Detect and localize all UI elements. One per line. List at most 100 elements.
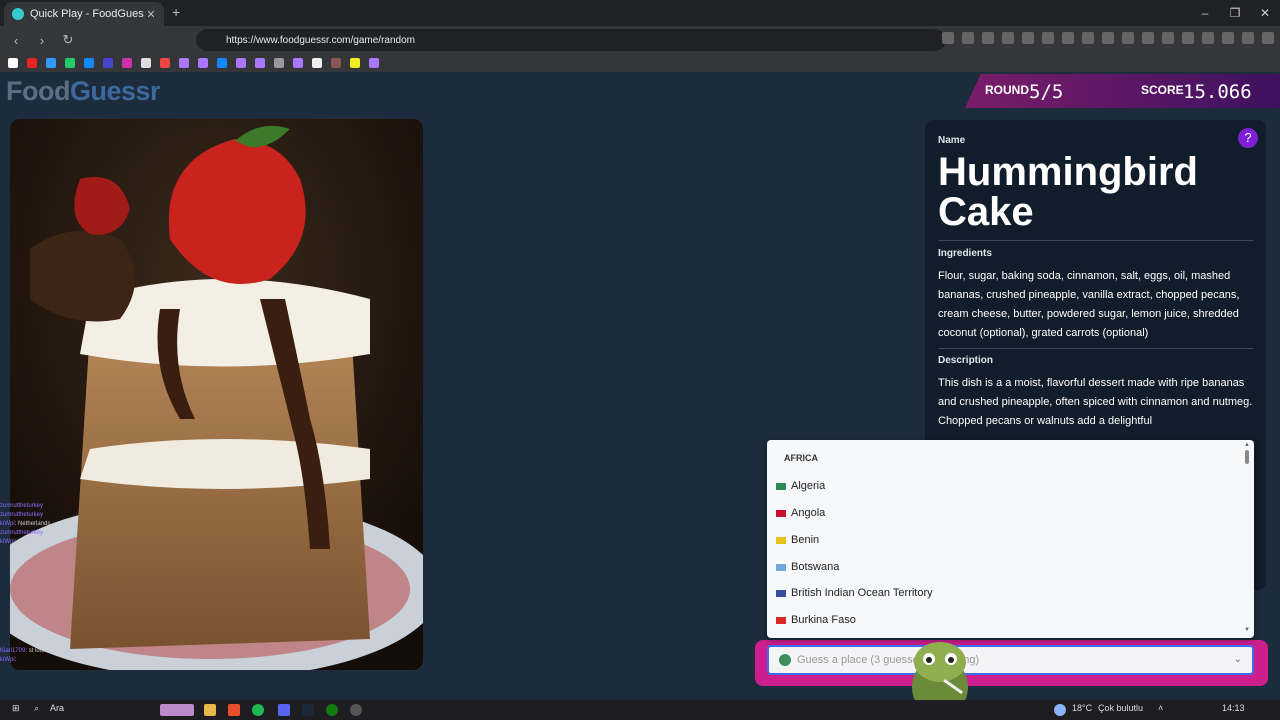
bookmark-icon[interactable]	[103, 58, 113, 68]
extension-icon[interactable]	[1022, 32, 1034, 44]
search-icon[interactable]: ⌕	[34, 703, 39, 714]
extension-icon[interactable]	[1222, 32, 1234, 44]
chat-line: Kiari1709: st louis	[0, 648, 48, 654]
divider	[938, 348, 1254, 349]
flag-icon	[776, 509, 786, 517]
logo-part-food: Food	[6, 76, 70, 106]
logo-part-guessr: Guessr	[69, 76, 161, 106]
taskbar-search[interactable]: Ara	[50, 703, 64, 713]
discord-icon[interactable]	[278, 704, 290, 716]
extension-icon[interactable]	[1142, 32, 1154, 44]
bookmark-icon[interactable]	[198, 58, 208, 68]
new-tab-button[interactable]: +	[172, 4, 180, 20]
bookmark-icon[interactable]	[312, 58, 322, 68]
flag-icon	[776, 616, 786, 624]
guess-input[interactable]: Guess a place (3 guesses remaining) ⌄	[767, 645, 1254, 675]
bookmark-youtube-icon[interactable]	[27, 58, 37, 68]
spotify-icon[interactable]	[252, 704, 264, 716]
chevron-down-icon[interactable]: ⌄	[1234, 654, 1242, 665]
round-value: 5/5	[1029, 81, 1064, 103]
widget-icon[interactable]	[160, 704, 194, 716]
country-dropdown[interactable]: ▲ ▼ AFRICA Algeria Angola Benin Botswana…	[767, 440, 1254, 638]
ingredients-text: Flour, sugar, baking soda, cinnamon, sal…	[938, 270, 1240, 339]
bookmark-icon[interactable]	[179, 58, 189, 68]
explorer-icon[interactable]	[204, 704, 216, 716]
scroll-up-icon[interactable]: ▲	[1244, 442, 1250, 448]
brave-icon[interactable]	[228, 704, 240, 716]
minimize-icon[interactable]: –	[1190, 0, 1220, 26]
score-label: SCORE	[1141, 83, 1184, 97]
extension-icon[interactable]	[1062, 32, 1074, 44]
bookmark-icon[interactable]	[369, 58, 379, 68]
bookmark-icon[interactable]	[46, 58, 56, 68]
globe-icon	[779, 654, 791, 666]
chat-line: kiWpi:	[0, 657, 17, 663]
app-icon[interactable]	[350, 704, 362, 716]
weather-icon	[1054, 704, 1066, 716]
extension-icon[interactable]	[982, 32, 994, 44]
extension-icon[interactable]	[1102, 32, 1114, 44]
extension-icon[interactable]	[1122, 32, 1134, 44]
site-logo[interactable]: FoodGuessr	[6, 76, 161, 107]
country-option[interactable]: British Indian Ocean Territory	[776, 583, 933, 603]
close-tab-icon[interactable]: ✕	[144, 8, 158, 21]
os-taskbar: ⊞ ⌕ Ara 18°C Çok bulutlu ˄ 14:13	[0, 700, 1280, 720]
country-option[interactable]: Burkina Faso	[776, 610, 856, 630]
dish-name: Hummingbird Cake	[938, 150, 1198, 234]
extension-icon[interactable]	[1182, 32, 1194, 44]
reload-icon[interactable]: ↻	[58, 32, 78, 48]
chat-line: zumruttheturkey	[0, 503, 44, 509]
extension-icon[interactable]	[942, 32, 954, 44]
bookmark-icon[interactable]	[217, 58, 227, 68]
address-bar[interactable]: https://www.foodguessr.com/game/random	[196, 29, 946, 51]
tab-bar: Quick Play - FoodGuessr | Food... ✕ + – …	[0, 0, 1280, 26]
bookmark-kick-icon[interactable]	[65, 58, 75, 68]
maximize-icon[interactable]: ❐	[1220, 0, 1250, 26]
weather-desc: Çok bulutlu	[1098, 703, 1144, 713]
tray-chevron-icon[interactable]: ˄	[1158, 703, 1163, 713]
extension-icon[interactable]	[1002, 32, 1014, 44]
flag-icon	[776, 589, 786, 597]
bookmark-instagram-icon[interactable]	[122, 58, 132, 68]
scroll-down-icon[interactable]: ▼	[1244, 627, 1250, 633]
bookmark-icon[interactable]	[293, 58, 303, 68]
active-tab[interactable]: Quick Play - FoodGuessr | Food... ✕	[4, 2, 164, 26]
url-text: https://www.foodguessr.com/game/random	[226, 34, 415, 46]
bookmark-icon[interactable]	[84, 58, 94, 68]
game-page: FoodGuessr zumruttheturkey zumruttheturk…	[0, 72, 1280, 717]
bookmark-icon[interactable]	[141, 58, 151, 68]
chat-line: kiWpi: Netherlands	[0, 521, 51, 527]
description-label: Description	[938, 355, 994, 366]
bookmark-icon[interactable]	[350, 58, 360, 68]
bookmark-icon[interactable]	[236, 58, 246, 68]
bookmark-icon[interactable]	[255, 58, 265, 68]
region-header: AFRICA	[784, 453, 818, 463]
extension-icon[interactable]	[1042, 32, 1054, 44]
extension-icon[interactable]	[1202, 32, 1214, 44]
bookmark-reddit-icon[interactable]	[160, 58, 170, 68]
round-score-banner: ROUND 5/5 SCORE 15.066	[965, 74, 1280, 108]
country-option[interactable]: Algeria	[776, 476, 825, 496]
extension-icon[interactable]	[1082, 32, 1094, 44]
forward-icon[interactable]: ›	[32, 33, 52, 48]
back-icon[interactable]: ‹	[6, 33, 26, 48]
bookmark-icon[interactable]	[274, 58, 284, 68]
xbox-icon[interactable]	[326, 704, 338, 716]
country-option[interactable]: Angola	[776, 503, 825, 523]
scrollbar-thumb[interactable]	[1245, 450, 1249, 464]
bookmark-icon[interactable]	[331, 58, 341, 68]
close-window-icon[interactable]: ✕	[1250, 0, 1280, 26]
help-icon[interactable]: ?	[1238, 128, 1258, 148]
extension-icon[interactable]	[1162, 32, 1174, 44]
favicon-icon	[12, 8, 24, 20]
clock[interactable]: 14:13	[1222, 703, 1245, 713]
extension-icon[interactable]	[962, 32, 974, 44]
extension-icon[interactable]	[1262, 32, 1274, 44]
country-option[interactable]: Benin	[776, 530, 819, 550]
tab-title: Quick Play - FoodGuessr | Food...	[30, 8, 144, 20]
bookmark-x-icon[interactable]	[8, 58, 18, 68]
start-icon[interactable]: ⊞	[12, 703, 20, 714]
steam-icon[interactable]	[302, 704, 314, 716]
extension-icon[interactable]	[1242, 32, 1254, 44]
country-option[interactable]: Botswana	[776, 557, 839, 577]
